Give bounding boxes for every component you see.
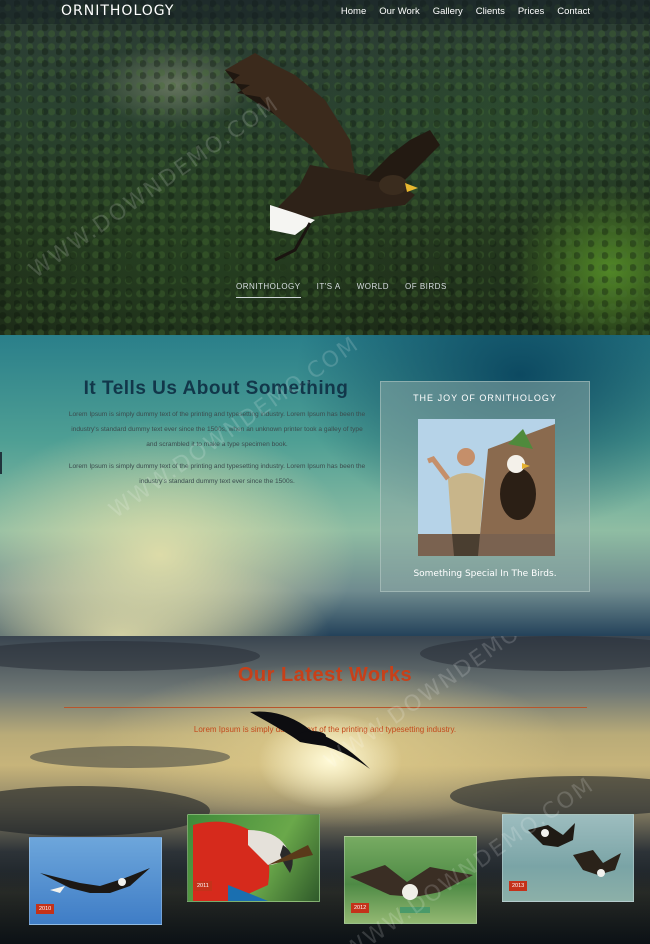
- flying-bird-silhouette: [250, 711, 370, 769]
- side-tab[interactable]: [0, 452, 2, 474]
- joy-card-title: THE JOY OF ORNITHOLOGY: [413, 393, 557, 403]
- nav-gallery[interactable]: Gallery: [433, 6, 463, 17]
- year-badge: 2011: [194, 881, 212, 891]
- man-with-eagle-photo: [418, 419, 555, 556]
- site-logo[interactable]: ORNITHOLOGY: [61, 3, 174, 19]
- work-card-2010[interactable]: 2010: [29, 837, 162, 925]
- year-badge: 2012: [351, 903, 370, 913]
- hero-section: ORNITHOLOGY Home Our Work Gallery Client…: [0, 0, 650, 335]
- work-card-2013[interactable]: 2013: [502, 814, 634, 902]
- works-section: Our Latest Works Lorem Ipsum is simply d…: [0, 636, 650, 944]
- about-paragraph-1: Lorem Ipsum is simply dummy text of the …: [68, 411, 366, 448]
- joy-card: THE JOY OF ORNITHOLOGY Something Special…: [380, 381, 590, 592]
- top-navbar: ORNITHOLOGY Home Our Work Gallery Client…: [0, 0, 650, 24]
- nav-home[interactable]: Home: [341, 6, 366, 17]
- hero-tagline: ORNITHOLOGY IT'S A WORLD OF BIRDS: [236, 282, 447, 298]
- joy-card-caption: Something Special In The Birds.: [413, 569, 557, 579]
- nav-clients[interactable]: Clients: [476, 6, 505, 17]
- about-heading: It Tells Us About Something: [83, 378, 349, 399]
- main-nav: Home Our Work Gallery Clients Prices Con…: [341, 6, 590, 17]
- about-section: It Tells Us About Something Lorem Ipsum …: [0, 335, 650, 636]
- nav-our-work[interactable]: Our Work: [379, 6, 419, 17]
- hero-word-of-birds: OF BIRDS: [405, 282, 447, 291]
- nav-contact[interactable]: Contact: [557, 6, 590, 17]
- works-heading: Our Latest Works: [237, 664, 413, 686]
- about-paragraph-2: Lorem Ipsum is simply dummy text of the …: [68, 463, 366, 485]
- year-badge: 2010: [36, 904, 55, 914]
- hero-word-ornithology: ORNITHOLOGY: [236, 282, 301, 298]
- eagle-image: [225, 53, 440, 262]
- work-card-2011[interactable]: 2011: [187, 814, 320, 902]
- nav-prices[interactable]: Prices: [518, 6, 544, 17]
- hero-word-world: WORLD: [356, 282, 389, 291]
- hero-word-its-a: IT'S A: [316, 282, 341, 291]
- work-card-2012[interactable]: 2012: [344, 836, 477, 924]
- year-badge: 2013: [509, 881, 528, 891]
